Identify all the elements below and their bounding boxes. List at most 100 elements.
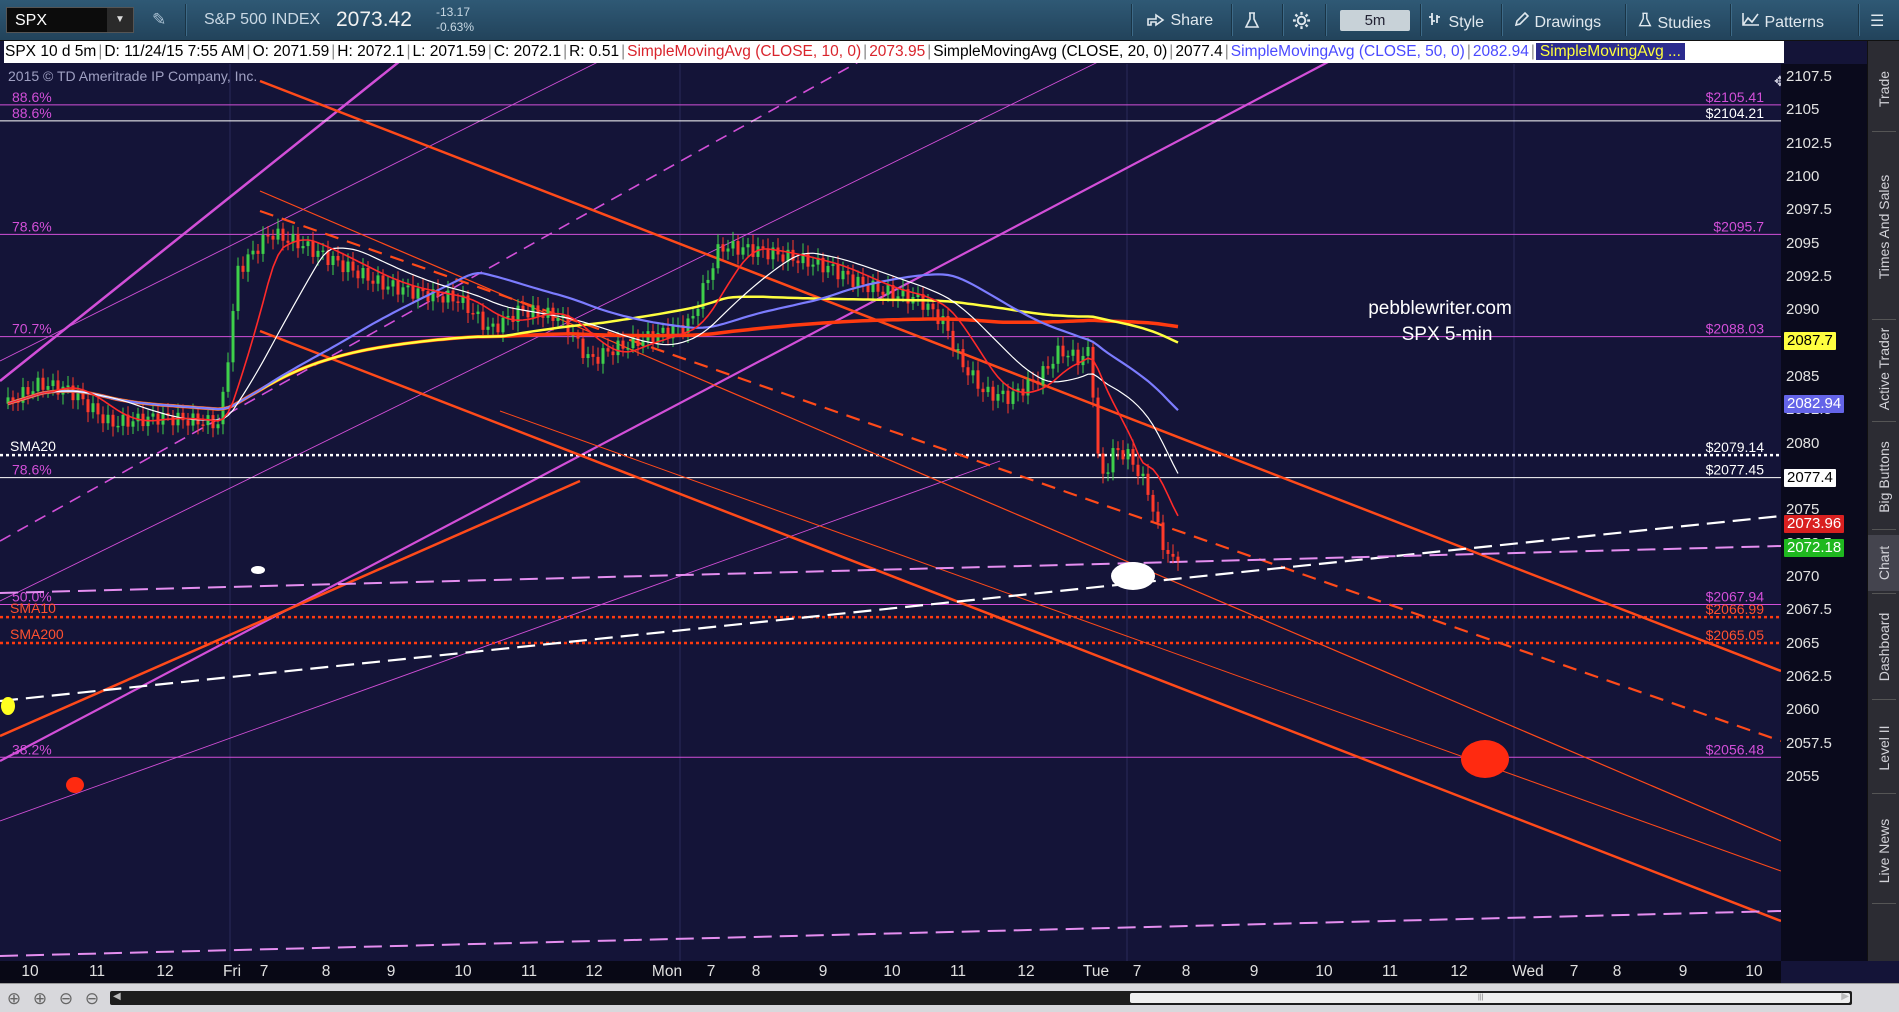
- candle-body: [91, 403, 95, 413]
- sma50-study-value: 2082.94: [1472, 43, 1529, 60]
- candle-body: [441, 296, 445, 303]
- candle-body: [1121, 450, 1125, 460]
- pencil-icon[interactable]: ✎: [152, 10, 166, 30]
- toolbar-divider: [1231, 4, 1233, 36]
- dropdown-arrow-icon[interactable]: ▼: [107, 8, 133, 32]
- candle-body: [46, 386, 50, 390]
- price-badge: 2087.7: [1784, 332, 1836, 350]
- symbol-selector[interactable]: SPX ▼: [6, 7, 134, 33]
- candle-body: [996, 394, 1000, 401]
- horizontal-scrollbar[interactable]: ◀ ||| ▶: [110, 991, 1852, 1005]
- candle-body: [1086, 346, 1090, 356]
- candle-body: [1116, 448, 1120, 451]
- sma20-study-label[interactable]: SimpleMovingAvg (CLOSE, 20, 0): [932, 43, 1168, 60]
- side-tab-dashboard[interactable]: Dashboard: [1868, 597, 1899, 697]
- price-chart[interactable]: 88.6% $2105.41 88.6% $2104.21 78.6% $2095.7 70…: [0, 41, 1781, 961]
- candle-body: [386, 286, 390, 290]
- price-badge: 2073.96: [1784, 515, 1845, 534]
- fib-level-right-label: $2088.03: [1706, 321, 1765, 337]
- flask-button[interactable]: [1243, 11, 1261, 34]
- side-tab-times-and-sales[interactable]: Times And Sales: [1868, 137, 1899, 317]
- candle-body: [806, 253, 810, 267]
- share-button[interactable]: Share: [1146, 11, 1213, 30]
- scrollbar-thumb[interactable]: |||: [1130, 993, 1850, 1003]
- candle-body: [726, 248, 730, 252]
- candle-body: [731, 241, 735, 249]
- candle-body: [1106, 472, 1110, 474]
- time-axis-tick: 12: [156, 963, 174, 980]
- candle-body: [616, 340, 620, 356]
- price-badge: 2077.4: [1784, 469, 1836, 488]
- price-axis-tick: 2105: [1786, 101, 1820, 119]
- candle-body: [831, 264, 835, 266]
- candle-body: [951, 330, 955, 350]
- sma10-study-value: 2073.95: [869, 43, 926, 60]
- last-price: 2073.42: [336, 8, 412, 31]
- toolbar-divider: [1625, 4, 1627, 36]
- drawings-button[interactable]: Drawings: [1514, 11, 1601, 32]
- candle-body: [626, 348, 630, 350]
- patterns-button[interactable]: Patterns: [1742, 11, 1824, 32]
- time-axis-tick: 7: [1132, 963, 1142, 980]
- candle-body: [986, 386, 990, 393]
- price-axis-tick: 2055: [1786, 768, 1820, 785]
- style-button[interactable]: Style: [1428, 11, 1484, 32]
- candle-body: [281, 228, 285, 241]
- candle-body: [256, 250, 260, 254]
- chart-description: SPX 10 d 5m: [5, 43, 97, 60]
- zoom-out-icon[interactable]: ⊖: [56, 989, 76, 1009]
- zoom-reset-icon[interactable]: ⊖: [82, 989, 102, 1009]
- candle-body: [976, 370, 980, 389]
- pan-icon[interactable]: ⊕: [4, 989, 24, 1009]
- candle-body: [1156, 511, 1160, 523]
- zoom-in-icon[interactable]: ⊕: [30, 989, 50, 1009]
- time-axis-tick: 11: [88, 963, 106, 980]
- bar-low: L: 2071.59: [412, 43, 486, 60]
- candle-body: [156, 413, 160, 425]
- fib-level-right-label: $2056.48: [1706, 741, 1765, 757]
- time-axis-tick: Mon: [651, 963, 683, 980]
- candle-body: [391, 280, 395, 287]
- candle-body: [41, 377, 45, 390]
- time-axis-tick: 9: [818, 963, 828, 980]
- time-axis-tick: 8: [321, 963, 331, 980]
- candle-body: [241, 265, 245, 272]
- menu-icon[interactable]: ☰: [1870, 11, 1884, 31]
- candle-body: [66, 385, 70, 388]
- side-tab-trade[interactable]: Trade: [1868, 49, 1899, 129]
- toolbar-divider: [1501, 4, 1503, 36]
- candle-body: [111, 414, 115, 427]
- scroll-right-icon[interactable]: ▶: [1841, 991, 1849, 1002]
- price-axis-tick: 2107.5: [1786, 68, 1832, 85]
- time-axis[interactable]: 10 11 12 Fri 7 8 9 10 11 12 Mon 7 8 9 10 11 12 Tue 7 8 9 10 11…: [0, 961, 1781, 983]
- price-axis[interactable]: 2107.5 2105 2102.5 2100 2097.5 2095 2092.5 2090…: [1781, 64, 1867, 961]
- candle-body: [496, 323, 500, 333]
- sma10-study-label[interactable]: SimpleMovingAvg (CLOSE, 10, 0): [626, 43, 862, 60]
- scroll-left-icon[interactable]: ◀: [113, 991, 121, 1002]
- candle-body: [591, 354, 595, 357]
- candle-body: [611, 351, 615, 356]
- toolbar-divider: [1420, 4, 1422, 36]
- candle-body: [711, 268, 715, 280]
- chart-header: SPX 10 d 5m | D: 11/24/15 7:55 AM | O: 2071.…: [4, 41, 1784, 63]
- candle-body: [1041, 366, 1045, 385]
- side-tab-label: Dashboard: [1876, 612, 1892, 682]
- sma50-study-label[interactable]: SimpleMovingAvg (CLOSE, 50, 0): [1230, 43, 1466, 60]
- candle-body: [1061, 345, 1065, 357]
- settings-button[interactable]: [1292, 11, 1311, 35]
- side-tab-chart[interactable]: Chart: [1868, 535, 1899, 591]
- sma-level-left-label: SMA20: [10, 438, 56, 454]
- candle-body: [341, 260, 345, 273]
- candle-body: [1091, 346, 1095, 398]
- fib-level-left-label: 78.6%: [12, 462, 52, 478]
- side-tab-active-trader[interactable]: Active Trader: [1868, 319, 1899, 419]
- sma200-study-label[interactable]: SimpleMovingAvg ...: [1535, 43, 1685, 60]
- time-axis-tick: 7: [706, 963, 716, 980]
- candle-body: [316, 250, 320, 257]
- candle-body: [251, 250, 255, 255]
- side-tab-level-ii[interactable]: Level II: [1868, 705, 1899, 791]
- side-tab-live-news[interactable]: Live News: [1868, 801, 1899, 901]
- interval-selector[interactable]: 5m: [1340, 10, 1410, 31]
- studies-button[interactable]: Studies: [1637, 11, 1711, 33]
- side-tab-big-buttons[interactable]: Big Buttons: [1868, 427, 1899, 527]
